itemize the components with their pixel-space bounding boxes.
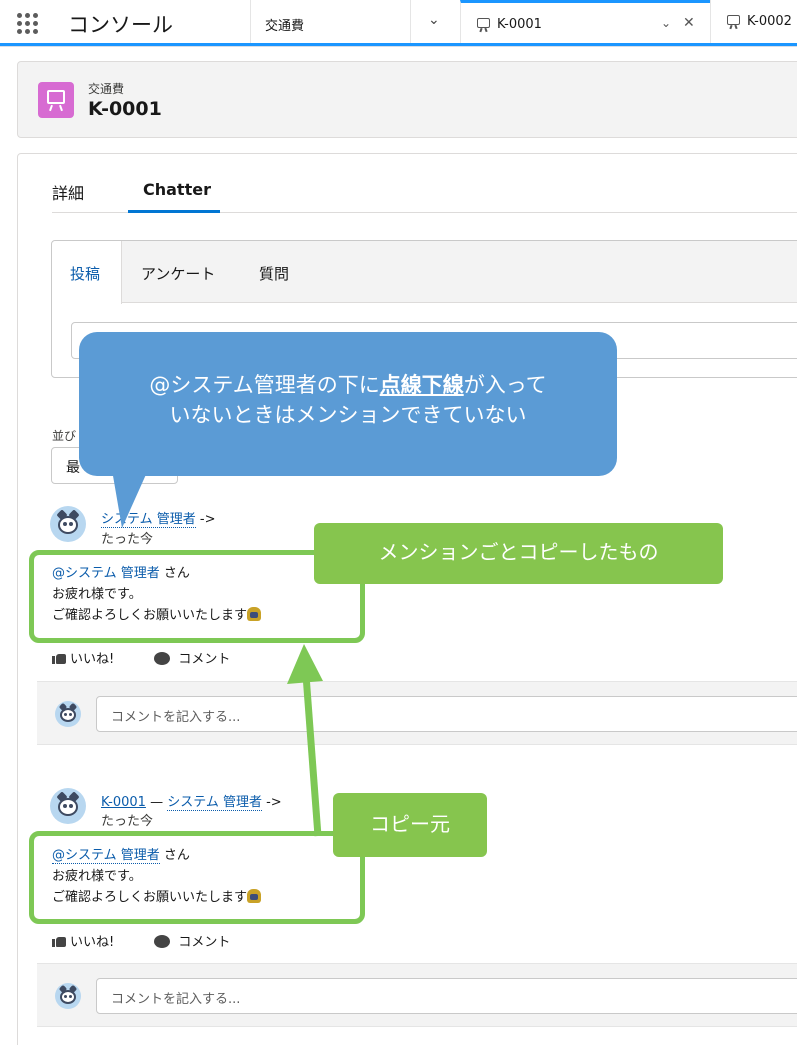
- sort-value: 最: [66, 460, 80, 476]
- chevron-down-icon: ⌄: [428, 12, 440, 28]
- like-icon: [52, 652, 66, 664]
- avatar[interactable]: [50, 788, 86, 824]
- author-link[interactable]: システム 管理者: [167, 795, 262, 811]
- author-link[interactable]: システム 管理者: [101, 512, 196, 528]
- comment-icon: [154, 935, 171, 948]
- label-copy: メンションごとコピーしたもの: [314, 523, 723, 584]
- like-button[interactable]: いいね!: [52, 652, 114, 667]
- comment-button[interactable]: コメント: [154, 652, 230, 667]
- like-label: いいね!: [70, 652, 115, 667]
- record-header: 交通費 K-0001: [17, 61, 797, 138]
- post-time[interactable]: たった今: [101, 528, 153, 547]
- comment-input[interactable]: コメントを記入する...: [96, 978, 797, 1014]
- app-name: コンソール: [68, 13, 173, 37]
- comment-button[interactable]: コメント: [154, 935, 230, 950]
- active-tab-indicator: [128, 210, 220, 213]
- tab-post[interactable]: 投稿: [70, 263, 100, 284]
- bubble-text: @システム管理者の下に: [149, 373, 380, 397]
- record-name: K-0001: [88, 98, 162, 120]
- sort-label: 並び: [52, 429, 77, 443]
- record-type: 交通費: [88, 82, 125, 96]
- annotation-bubble: @システム管理者の下に点線下線が入って いないときはメンションできていない: [79, 332, 617, 476]
- bubble-text: いないときはメンションできていない: [169, 403, 527, 427]
- tab-details[interactable]: 詳細: [52, 180, 84, 204]
- label-source: コピー元: [333, 793, 487, 857]
- comment-bar: コメントを記入する...: [37, 681, 797, 745]
- tab-poll[interactable]: アンケート: [141, 263, 215, 284]
- record-link[interactable]: K-0001: [101, 795, 146, 810]
- chevron-down-icon[interactable]: ⌄: [661, 16, 671, 30]
- like-button[interactable]: いいね!: [52, 935, 114, 950]
- comment-label: コメント: [178, 935, 231, 950]
- bubble-emphasis: 点線下線: [379, 373, 464, 397]
- console-nav-bar: コンソール 交通費 ⌄ K-0001 ⌄ ✕ K-0002: [0, 0, 797, 46]
- tab-label: K-0002: [747, 14, 792, 29]
- arrow-text: ->: [266, 795, 282, 810]
- comment-input[interactable]: コメントを記入する...: [96, 696, 797, 732]
- train-icon: [477, 18, 490, 33]
- like-label: いいね!: [70, 935, 115, 950]
- dash-text: —: [145, 795, 168, 810]
- feed-author-line: K-0001 — システム 管理者 ->: [101, 791, 282, 811]
- comment-bar: コメントを記入する...: [37, 963, 797, 1027]
- app-launcher-icon[interactable]: [17, 13, 39, 35]
- nav-item-home[interactable]: 交通費: [250, 0, 410, 43]
- train-icon: [38, 82, 74, 118]
- workspace-tab-k0001[interactable]: K-0001 ⌄ ✕: [460, 0, 710, 43]
- nav-menu-button[interactable]: ⌄: [410, 0, 460, 43]
- publisher-tabs: 投稿 アンケート 質問: [52, 241, 797, 304]
- train-icon: [727, 15, 740, 30]
- record-tabset: 詳細 Chatter: [52, 154, 797, 213]
- workspace-tab-k0002[interactable]: K-0002: [710, 0, 797, 43]
- highlight-box-source: [29, 831, 365, 924]
- arrow-text: ->: [199, 512, 216, 527]
- feed-author-line: システム 管理者 ->: [101, 508, 216, 528]
- like-icon: [52, 935, 66, 947]
- tab-chatter[interactable]: Chatter: [143, 180, 211, 199]
- post-actions: いいね! コメント: [52, 648, 230, 667]
- avatar: [55, 701, 81, 727]
- nav-item-label: 交通費: [265, 19, 305, 34]
- avatar[interactable]: [50, 506, 86, 542]
- tab-question[interactable]: 質問: [259, 263, 289, 284]
- tab-label: K-0001: [497, 17, 542, 32]
- close-icon[interactable]: ✕: [683, 15, 695, 31]
- comment-icon: [154, 652, 171, 665]
- post-time[interactable]: たった今: [101, 810, 153, 829]
- comment-label: コメント: [178, 652, 231, 667]
- avatar: [55, 983, 81, 1009]
- bubble-text: が入って: [463, 373, 547, 397]
- post-actions: いいね! コメント: [52, 931, 230, 950]
